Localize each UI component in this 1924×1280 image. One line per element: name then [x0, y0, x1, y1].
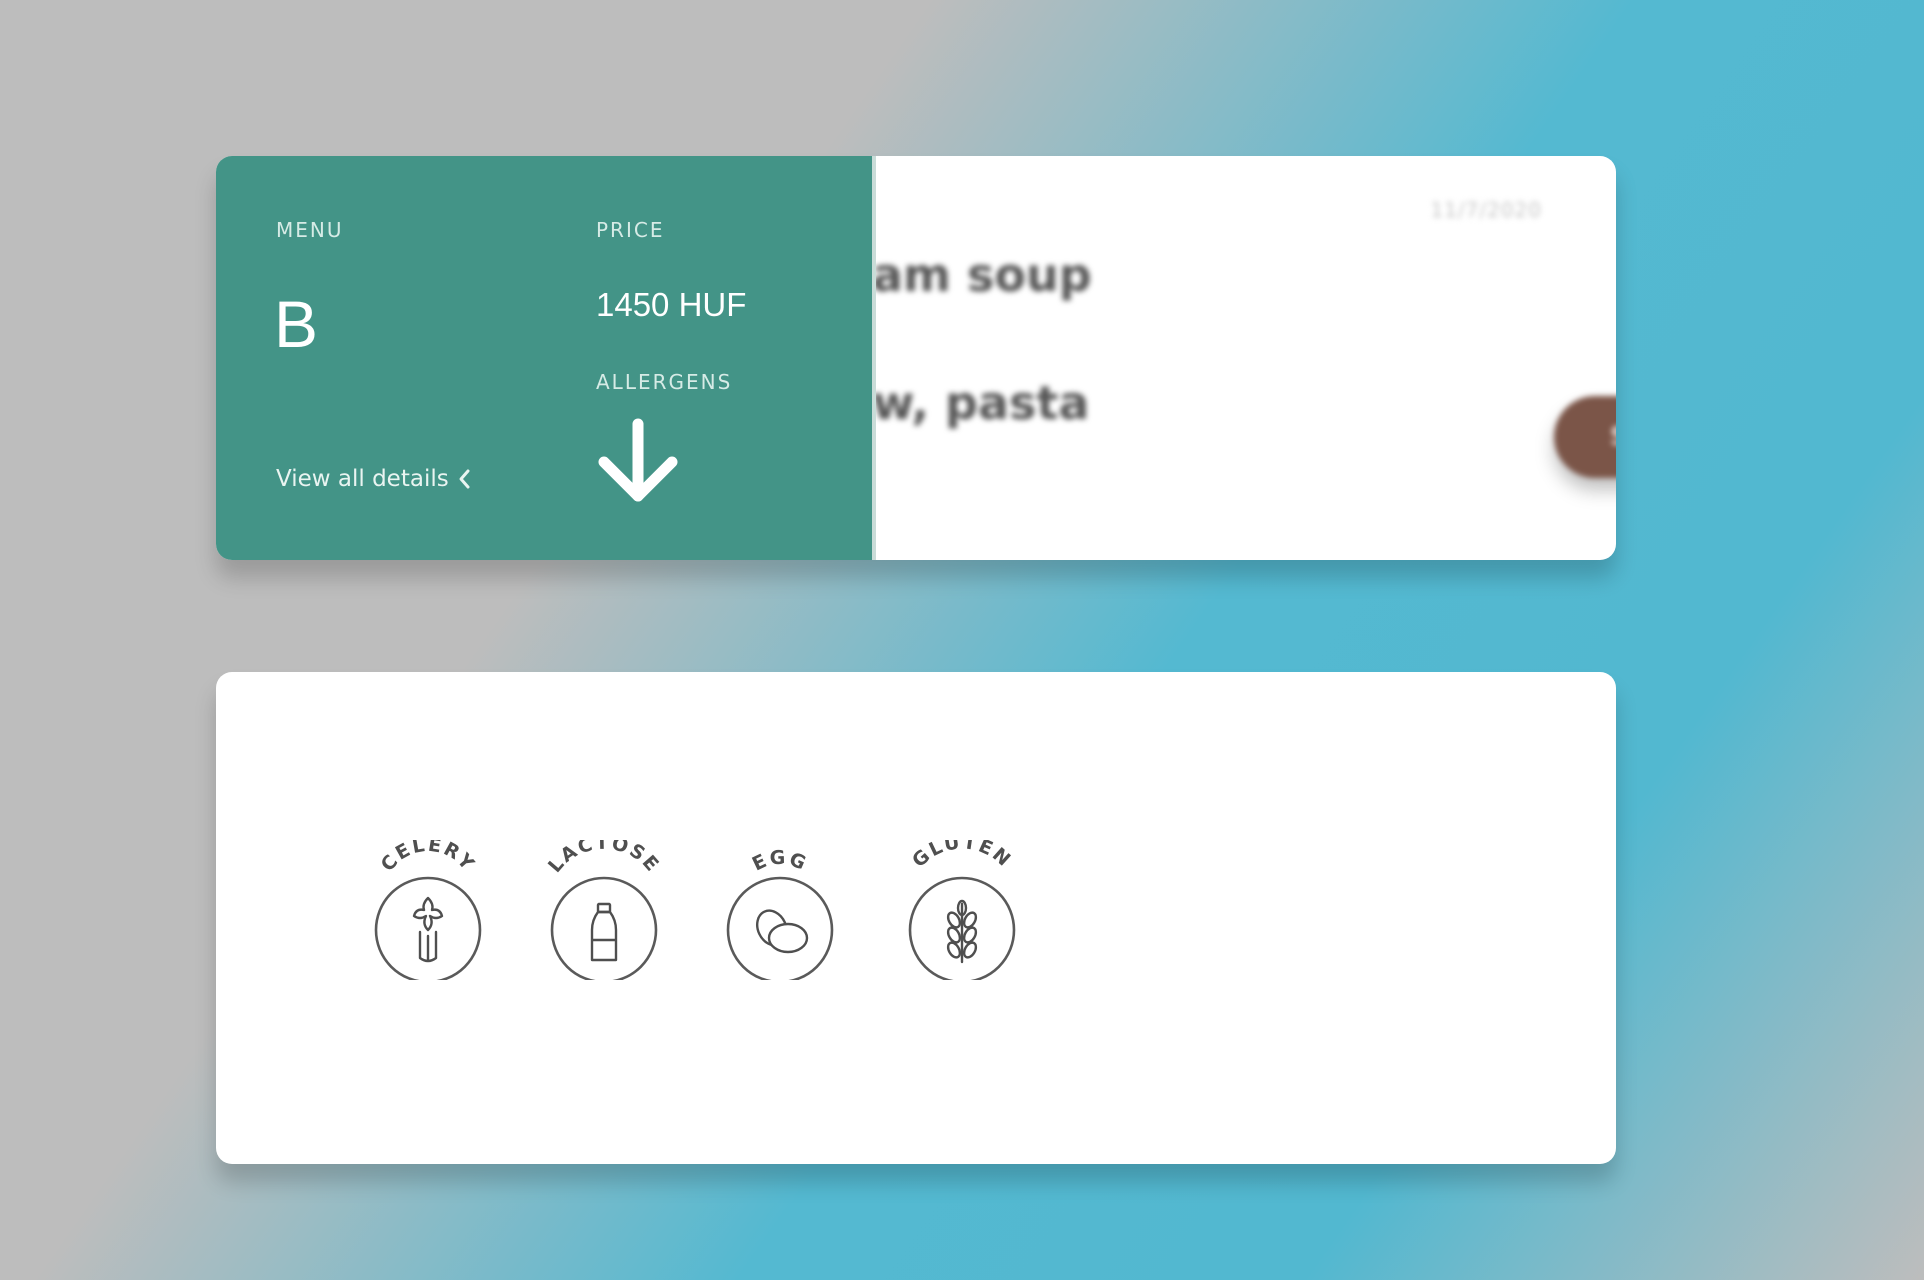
svg-text:CELERY: CELERY — [377, 840, 480, 876]
svg-text:LACTOSE: LACTOSE — [544, 840, 664, 877]
menu-card: MENU B PRICE 1450 HUF ALLERGENS View all… — [216, 156, 1616, 560]
svg-text:EGG: EGG — [749, 847, 811, 876]
allergen-label: CELERY — [377, 840, 478, 876]
menu-letter: B — [274, 287, 319, 361]
allergen-egg: EGG — [710, 840, 850, 980]
svg-text:GLUTEN: GLUTEN — [908, 840, 1016, 872]
milk-bottle-icon: LACTOSE — [544, 840, 664, 980]
egg-icon: EGG — [726, 847, 834, 980]
menu-soup-text: am soup — [872, 248, 1092, 302]
allergens-card: CELERY LACTOSE EGG GLUTEN — [216, 672, 1616, 1164]
allergen-label: GLUTEN — [908, 840, 1014, 872]
allergen-celery: CELERY — [358, 840, 498, 980]
menu-main-course-text: w, pasta — [872, 376, 1090, 430]
price-value: 1450 HUF — [596, 286, 747, 323]
price-label: PRICE — [596, 218, 665, 242]
allergen-label: LACTOSE — [544, 840, 662, 877]
panel-divider — [872, 156, 876, 560]
allergens-label: ALLERGENS — [596, 370, 733, 394]
menu-date: 11/7/2020 — [1430, 198, 1542, 222]
show-all-button[interactable]: Show A — [1554, 396, 1616, 478]
wheat-icon: GLUTEN — [908, 840, 1016, 980]
view-all-details-link[interactable]: View all details — [276, 466, 471, 492]
menu-summary: 11/7/2020 am soup w, pasta Show A — [872, 156, 1616, 560]
allergen-lactose: LACTOSE — [534, 840, 674, 980]
celery-icon: CELERY — [374, 840, 482, 980]
view-all-details-label: View all details — [276, 466, 449, 492]
menu-details-panel: MENU B PRICE 1450 HUF ALLERGENS View all… — [216, 156, 872, 560]
allergen-gluten: GLUTEN — [892, 840, 1032, 980]
allergen-label: EGG — [749, 847, 809, 876]
chevron-left-icon — [459, 469, 470, 489]
arrow-down-icon[interactable] — [596, 418, 680, 506]
menu-label: MENU — [276, 218, 344, 242]
